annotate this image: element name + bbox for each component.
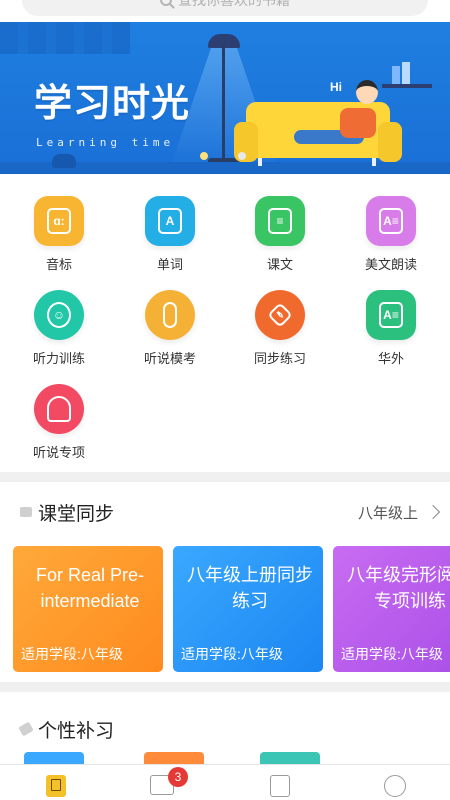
banner-title: 学习时光 [34,83,191,125]
feature-listening[interactable]: ☺ 听力训练 [19,290,99,367]
scnufl-icon: A≡ [366,290,416,340]
listening-icon: ☺ [34,290,84,340]
personal-header: 个性补习 [0,711,450,747]
course-level: 适用学段:八年级 [341,646,443,662]
chat-icon [20,507,32,517]
feature-text[interactable]: ≡ 课文 [240,196,320,273]
feature-label: 美文朗读 [364,257,417,272]
speech-bubble: Hi [330,80,342,94]
banner-subtitle: Learning time [36,136,175,149]
feature-label: 听说模考 [143,351,196,366]
personal-card[interactable] [24,752,84,764]
pencil-icon [18,721,34,737]
feature-label: 音标 [45,257,72,272]
reading-icon: A≡ [366,196,416,246]
section-divider [0,472,450,482]
course-level: 适用学段:八年级 [21,646,123,662]
book-decoration [402,62,410,84]
search-icon [160,0,172,6]
feature-reading[interactable]: A≡ 美文朗读 [351,196,431,273]
feature-phonetics[interactable]: ɑ: 音标 [19,196,99,273]
personal-card[interactable] [144,752,204,764]
text-icon: ≡ [255,196,305,246]
sofa-leg [372,158,376,166]
mic-icon [145,290,195,340]
course-title: 八年级上册同步练习 [187,565,313,611]
grade-label: 八年级上 [357,504,418,522]
course-card[interactable]: For Real Pre-intermediate 适用学段:八年级 [13,546,163,672]
section-divider [0,682,450,692]
feature-label: 单词 [156,257,183,272]
course-title: For Real Pre-intermediate [35,565,145,611]
person-head [356,80,378,104]
feature-mock-exam[interactable]: 听说模考 [130,290,210,367]
search-input[interactable]: 查找你喜欢的书籍 [22,0,428,16]
feature-label: 同步练习 [253,351,306,366]
grade-selector[interactable]: 八年级上 [357,502,441,523]
feature-scnufl[interactable]: A≡ 华外 [351,290,431,367]
search-placeholder: 查找你喜欢的书籍 [178,0,290,8]
chevron-right-icon [425,504,441,520]
feature-label: 听说专项 [32,445,85,460]
pager-dot-active[interactable] [200,152,208,160]
sofa-leg [258,158,262,166]
cat-icon [52,154,76,168]
search-area: 查找你喜欢的书籍 [0,0,450,22]
banner-pager [200,152,246,160]
lamp-pole [222,44,225,162]
person-body [340,108,376,138]
shelf [382,84,432,88]
bottom-navigation: 3 [0,764,450,800]
feature-words[interactable]: A 单词 [130,196,210,273]
classroom-header: 课堂同步 八年级上 [0,494,450,530]
section-title: 课堂同步 [38,503,115,525]
city-skyline [0,22,130,54]
feature-label: 课文 [266,257,293,272]
course-card[interactable]: 八年级上册同步练习 适用学段:八年级 [173,546,323,672]
section-title: 个性补习 [38,720,115,742]
headphone-icon [34,384,84,434]
course-title: 八年级完形阅读专项训练 [347,565,450,611]
feature-speaking[interactable]: 听说专项 [19,384,99,461]
feature-practice[interactable]: ✒ 同步练习 [240,290,320,367]
bookmark-icon[interactable] [46,775,66,797]
course-card[interactable]: 八年级完形阅读专项训练 适用学段:八年级 [333,546,450,672]
profile-icon[interactable] [384,775,406,797]
book-decoration [392,66,400,84]
pager-dot[interactable] [238,152,246,160]
notification-badge: 3 [168,767,188,787]
word-icon: A [145,196,195,246]
feature-label: 听力训练 [32,351,85,366]
personal-card[interactable] [260,752,320,764]
pen-icon: ✒ [255,290,305,340]
score-icon[interactable] [270,775,290,797]
course-level: 适用学段:八年级 [181,646,283,662]
feature-label: 华外 [377,351,404,366]
phonetic-icon: ɑ: [34,196,84,246]
course-carousel[interactable]: For Real Pre-intermediate 适用学段:八年级 八年级上册… [0,546,450,674]
